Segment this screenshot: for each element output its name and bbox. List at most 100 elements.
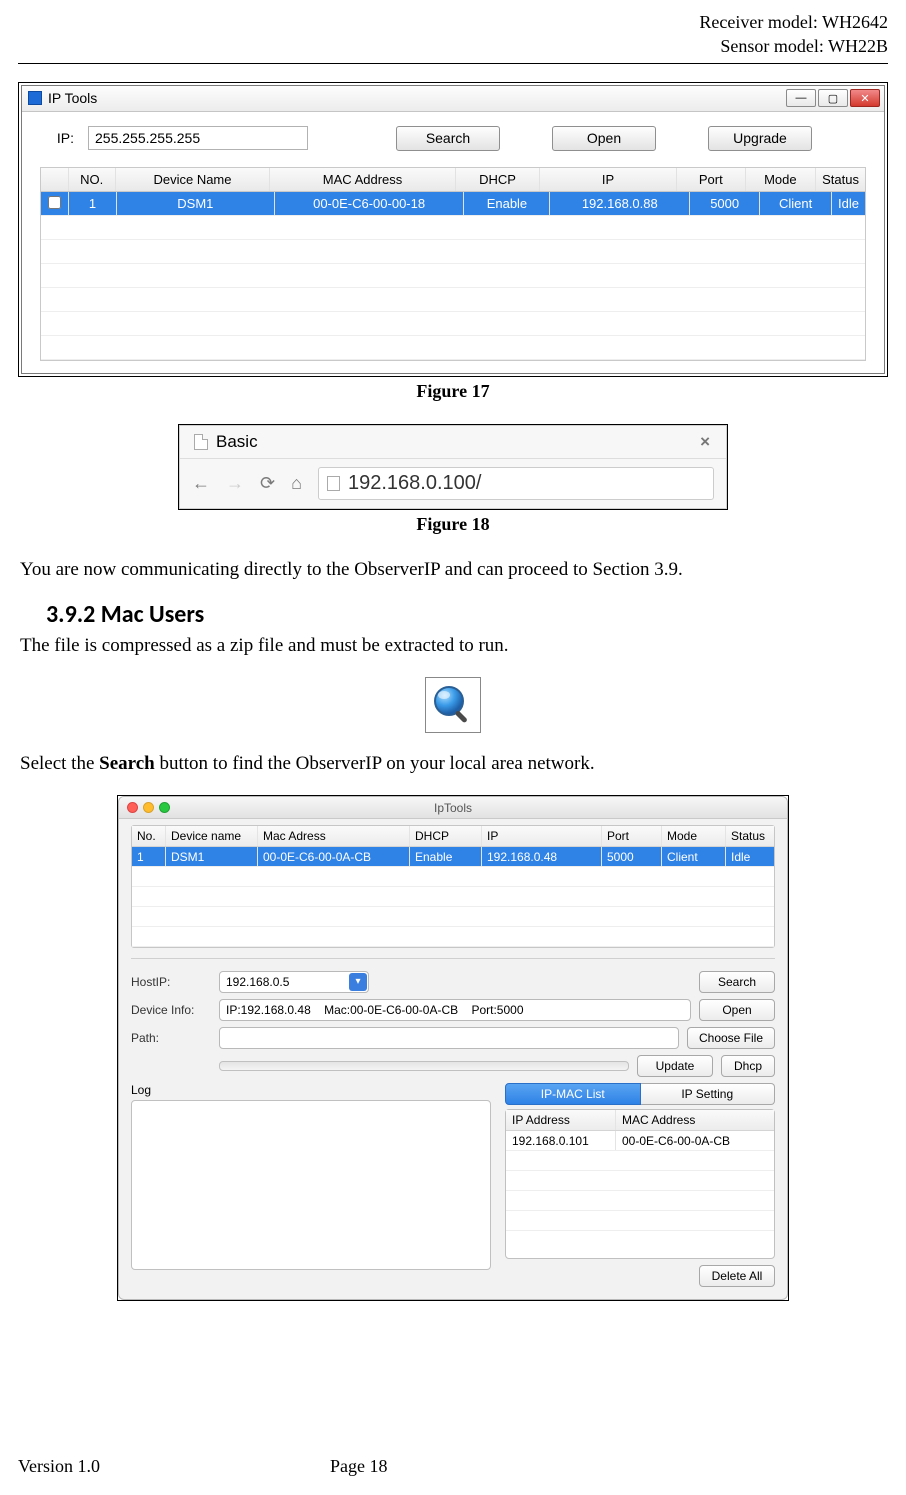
mac-figure-frame: IpTools No. Device name Mac Adress DHCP … [117, 795, 789, 1301]
close-icon[interactable]: ✕ [850, 89, 880, 107]
deleteall-button[interactable]: Delete All [699, 1265, 775, 1287]
col-no: NO. [69, 168, 116, 191]
choosefile-button[interactable]: Choose File [687, 1027, 775, 1049]
minimize-icon[interactable]: — [786, 89, 816, 107]
cell-ip: 192.168.0.88 [550, 192, 690, 215]
figure18-caption: Figure 18 [18, 514, 888, 535]
seg-ipsetting[interactable]: IP Setting [641, 1083, 776, 1105]
hostip-label: HostIP: [131, 975, 211, 989]
mac-iptools-window: IpTools No. Device name Mac Adress DHCP … [118, 796, 788, 1300]
url-text: 192.168.0.100/ [348, 472, 481, 495]
dhcp-button[interactable]: Dhcp [721, 1055, 775, 1077]
table-row[interactable]: 1 DSM1 00-0E-C6-00-00-18 Enable 192.168.… [41, 192, 865, 216]
browser-tab[interactable]: Basic × [180, 426, 726, 459]
mac-window-title: IpTools [434, 801, 472, 815]
figure18-frame: Basic × ← → ⟳ ⌂ 192.168.0.100/ [178, 424, 728, 510]
table-header: NO. Device Name MAC Address DHCP IP Port… [41, 168, 865, 192]
mac-zoom-icon[interactable] [159, 802, 170, 813]
forward-icon[interactable]: → [226, 473, 244, 494]
home-icon[interactable]: ⌂ [291, 473, 302, 494]
cell-status: Idle [726, 847, 774, 866]
chevron-down-icon[interactable]: ▾ [349, 973, 367, 991]
progress-bar [219, 1061, 629, 1071]
log-textarea[interactable] [131, 1100, 491, 1270]
mac-titlebar: IpTools [119, 797, 787, 819]
search-app-icon [425, 677, 481, 733]
cell-mac: 00-0E-C6-00-0A-CB [616, 1131, 774, 1150]
reload-icon[interactable]: ⟳ [260, 473, 275, 494]
col-ip: IP [540, 168, 677, 191]
cell-mode: Client [662, 847, 726, 866]
open-button[interactable]: Open [699, 999, 775, 1021]
seg-ipmaclist[interactable]: IP-MAC List [505, 1083, 641, 1105]
table-row[interactable]: 192.168.0.101 00-0E-C6-00-0A-CB [506, 1131, 774, 1151]
ip-input[interactable] [88, 126, 308, 150]
address-bar[interactable]: 192.168.0.100/ [318, 467, 714, 500]
window-title: IP Tools [48, 90, 97, 106]
col-macaddress: MAC Address [616, 1110, 774, 1130]
app-icon [28, 91, 42, 105]
text: Select the [20, 753, 99, 774]
page-icon [194, 434, 208, 450]
figure17-frame: IP Tools — ▢ ✕ IP: Search Open Upgra [18, 82, 888, 377]
search-button[interactable]: Search [699, 971, 775, 993]
window-titlebar: IP Tools — ▢ ✕ [22, 86, 884, 112]
ip-label: IP: [40, 130, 74, 146]
text: button to find the ObserverIP on your lo… [155, 753, 595, 774]
cell-dhcp: Enable [464, 192, 550, 215]
col-mode: Mode [662, 826, 726, 846]
segmented-control: IP-MAC List IP Setting [505, 1083, 775, 1105]
mac-device-table: No. Device name Mac Adress DHCP IP Port … [131, 825, 775, 948]
back-icon[interactable]: ← [192, 473, 210, 494]
mac-close-icon[interactable] [127, 802, 138, 813]
cell-ip: 192.168.0.48 [482, 847, 602, 866]
deviceinfo-field[interactable] [219, 999, 691, 1021]
paragraph: The file is compressed as a zip file and… [20, 633, 886, 659]
paragraph: You are now communicating directly to th… [20, 557, 886, 583]
iptools-window: IP Tools — ▢ ✕ IP: Search Open Upgra [21, 85, 885, 374]
upgrade-button[interactable]: Upgrade [708, 126, 812, 151]
cell-no: 1 [132, 847, 166, 866]
path-field[interactable] [219, 1027, 679, 1049]
divider [131, 958, 775, 959]
path-label: Path: [131, 1031, 211, 1045]
cell-ip: 192.168.0.101 [506, 1131, 616, 1150]
col-dhcp: DHCP [456, 168, 540, 191]
search-button[interactable]: Search [396, 126, 500, 151]
log-label: Log [131, 1083, 491, 1097]
bold-text: Search [99, 753, 155, 774]
col-no: No. [132, 826, 166, 846]
update-button[interactable]: Update [637, 1055, 713, 1077]
header-line1: Receiver model: WH2642 [18, 10, 888, 34]
open-button[interactable]: Open [552, 126, 656, 151]
page-header: Receiver model: WH2642 Sensor model: WH2… [18, 10, 888, 59]
col-mac: MAC Address [270, 168, 456, 191]
cell-mac: 00-0E-C6-00-00-18 [275, 192, 465, 215]
cell-port: 5000 [690, 192, 760, 215]
table-row[interactable]: 1 DSM1 00-0E-C6-00-0A-CB Enable 192.168.… [132, 847, 774, 867]
col-dhcp: DHCP [410, 826, 482, 846]
table-header: IP Address MAC Address [506, 1110, 774, 1131]
magnifier-icon [431, 683, 475, 727]
cell-mode: Client [760, 192, 832, 215]
page-icon [327, 476, 340, 491]
col-ipaddress: IP Address [506, 1110, 616, 1130]
hostip-combo[interactable] [219, 971, 369, 993]
tab-close-icon[interactable]: × [700, 432, 716, 452]
col-status: Status [816, 168, 865, 191]
figure17-caption: Figure 17 [18, 381, 888, 402]
device-table: NO. Device Name MAC Address DHCP IP Port… [40, 167, 866, 361]
footer-version: Version 1.0 [18, 1456, 100, 1477]
row-checkbox[interactable] [48, 196, 61, 209]
mac-minimize-icon[interactable] [143, 802, 154, 813]
col-devicename: Device Name [116, 168, 270, 191]
header-rule [18, 63, 888, 64]
col-port: Port [602, 826, 662, 846]
col-mac: Mac Adress [258, 826, 410, 846]
cell-dhcp: Enable [410, 847, 482, 866]
maximize-icon[interactable]: ▢ [818, 89, 848, 107]
cell-mac: 00-0E-C6-00-0A-CB [258, 847, 410, 866]
col-mode: Mode [746, 168, 817, 191]
cell-port: 5000 [602, 847, 662, 866]
table-header: No. Device name Mac Adress DHCP IP Port … [132, 826, 774, 847]
